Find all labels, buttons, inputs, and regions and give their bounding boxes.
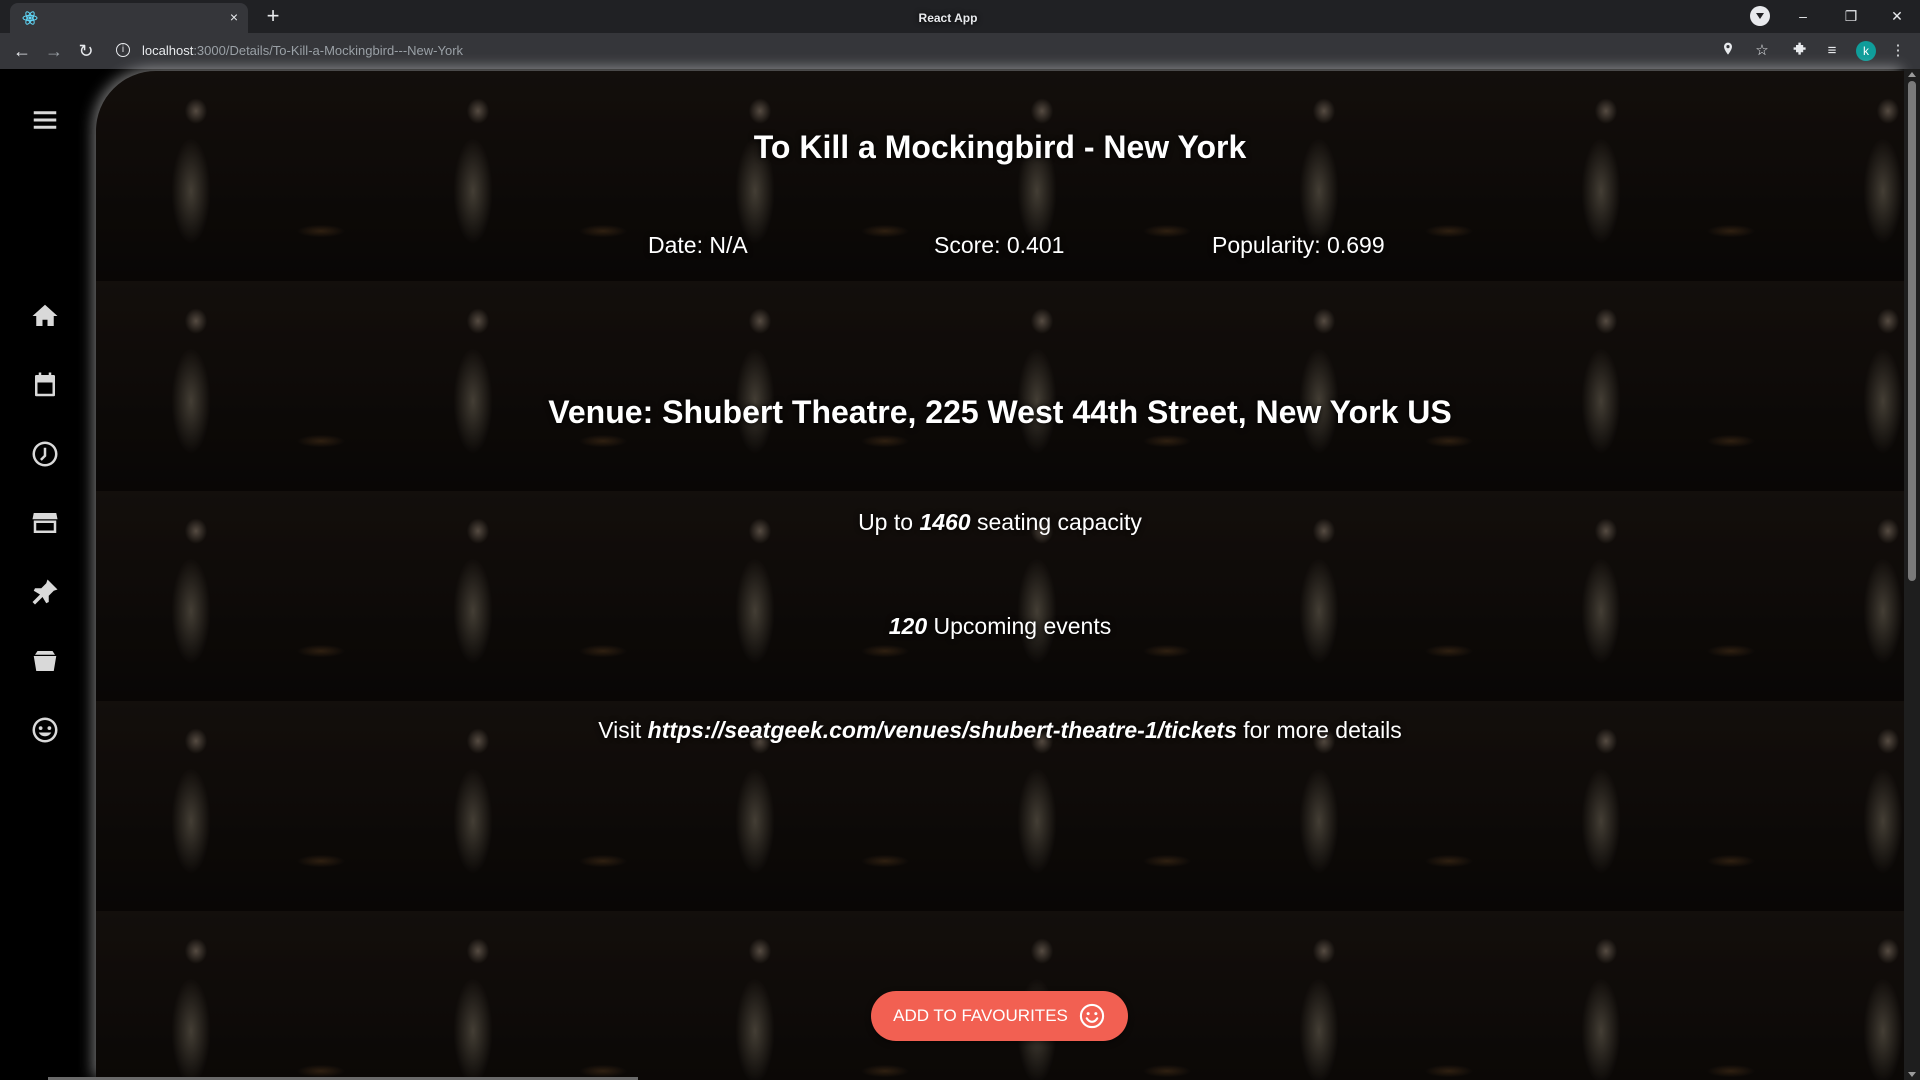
smiley-icon: [1079, 1003, 1105, 1029]
upcoming-events-line: 120 Upcoming events: [96, 613, 1904, 640]
event-title: To Kill a Mockingbird - New York: [753, 129, 1247, 165]
add-to-favourites-button[interactable]: ADD TO FAVOURITES: [871, 991, 1128, 1041]
pin-icon[interactable]: [28, 575, 62, 609]
media-download-icon[interactable]: [1750, 6, 1770, 26]
scroll-thumb[interactable]: [1908, 81, 1916, 581]
menu-icon[interactable]: [28, 103, 62, 137]
reading-list-icon[interactable]: ≡: [1822, 41, 1842, 61]
capacity-prefix: Up to: [858, 509, 914, 535]
reload-icon[interactable]: ↻: [74, 39, 98, 63]
event-date: Date: N/A: [648, 232, 748, 258]
url-host: localhost: [142, 43, 194, 58]
forward-arrow-icon[interactable]: →: [42, 39, 66, 63]
event-popularity: Popularity: 0.699: [1212, 232, 1385, 258]
visit-link[interactable]: https://seatgeek.com/venues/shubert-thea…: [648, 717, 1237, 743]
app-root: To Kill a Mockingbird - New York Date: N…: [0, 69, 1920, 1080]
browser-toolbar: ← → ↻ i localhost:3000/Details/To-Kill-a…: [0, 33, 1920, 69]
tab-close-icon[interactable]: ×: [230, 9, 238, 25]
bookmark-star-icon[interactable]: ☆: [1752, 41, 1772, 61]
event-score: Score: 0.401: [934, 232, 1065, 258]
basket-icon[interactable]: [28, 644, 62, 678]
smiley-icon[interactable]: [28, 713, 62, 747]
venue-info: Venue: Shubert Theatre, 225 West 44th St…: [548, 394, 1452, 430]
event-background-image: [96, 71, 1904, 1080]
capacity-value: 1460: [919, 509, 971, 535]
site-info-icon[interactable]: i: [116, 43, 130, 57]
visit-line: Visit https://seatgeek.com/venues/shuber…: [96, 717, 1904, 744]
browser-tabstrip: React App × + – ❐ ✕: [0, 0, 1920, 33]
url-text: localhost:3000/Details/To-Kill-a-Mocking…: [142, 43, 463, 58]
home-icon[interactable]: [28, 299, 62, 333]
browser-tab[interactable]: React App ×: [10, 3, 977, 33]
new-tab-button[interactable]: +: [260, 3, 286, 29]
capacity-line: Up to 1460 seating capacity: [96, 509, 1904, 536]
store-icon[interactable]: [28, 506, 62, 540]
capacity-suffix: seating capacity: [977, 509, 1142, 535]
back-arrow-icon[interactable]: ←: [10, 39, 34, 63]
react-logo-icon: [22, 11, 38, 25]
sidebar: [0, 69, 96, 1080]
scroll-down-arrow[interactable]: [1908, 1072, 1916, 1077]
close-window-button[interactable]: ✕: [1874, 4, 1920, 28]
extensions-icon[interactable]: [1790, 41, 1810, 61]
visit-suffix: for more details: [1243, 717, 1402, 743]
scroll-up-arrow[interactable]: [1908, 72, 1916, 77]
upcoming-events-label: Upcoming events: [933, 613, 1112, 639]
vertical-scrollbar[interactable]: [1904, 69, 1920, 1080]
address-bar[interactable]: i localhost:3000/Details/To-Kill-a-Mocki…: [108, 37, 1758, 65]
add-to-favourites-label: ADD TO FAVOURITES: [893, 1006, 1068, 1025]
background-overlay: [96, 71, 1904, 1080]
location-pin-icon[interactable]: [1718, 41, 1738, 61]
upcoming-events-count: 120: [888, 613, 928, 639]
calendar-icon[interactable]: [28, 368, 62, 402]
minimize-button[interactable]: –: [1780, 4, 1826, 28]
more-menu-icon[interactable]: ⋮: [1888, 41, 1908, 61]
clock-icon[interactable]: [28, 437, 62, 471]
visit-prefix: Visit: [598, 717, 642, 743]
tab-title: React App: [918, 11, 978, 25]
restore-button[interactable]: ❐: [1828, 4, 1874, 28]
profile-avatar[interactable]: k: [1856, 41, 1876, 61]
url-path: :3000/Details/To-Kill-a-Mockingbird---Ne…: [193, 43, 464, 58]
